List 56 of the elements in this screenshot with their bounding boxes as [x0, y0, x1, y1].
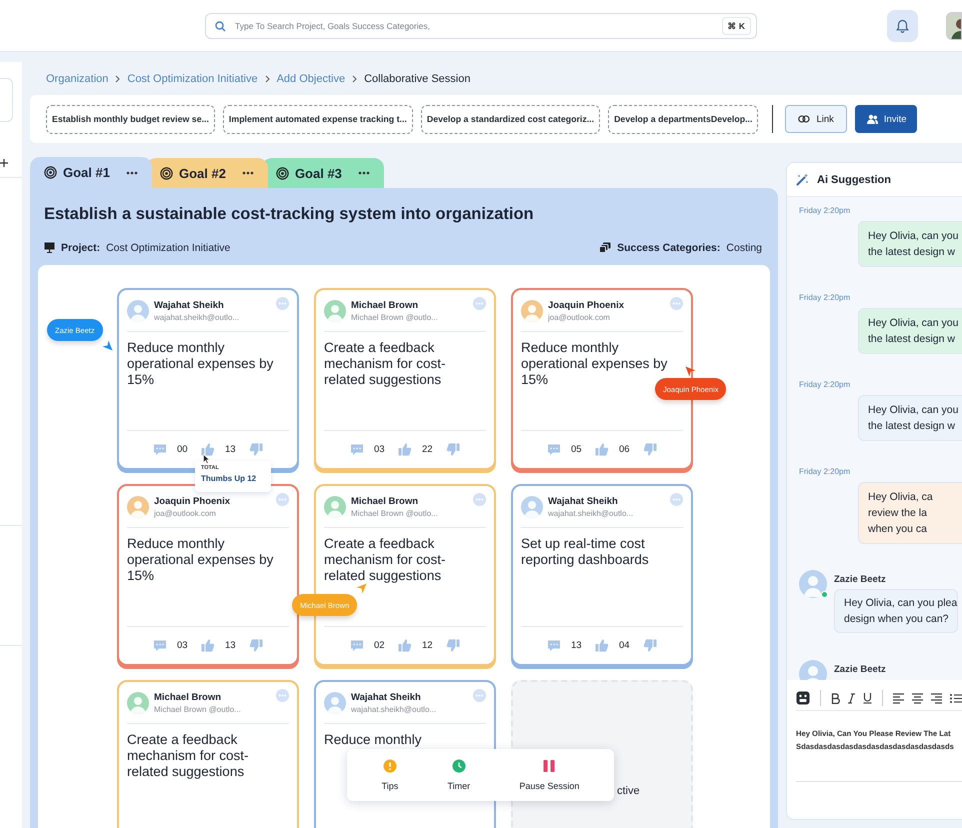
author-email: wajahat.sheikh@outlo...	[548, 509, 634, 518]
author-name: Wajahat Sheikh	[154, 300, 225, 311]
categories-value: Costing	[726, 242, 762, 254]
comment-count: 03	[177, 640, 189, 651]
tooltip-text: Thumbs Up 12	[201, 474, 258, 483]
message-bubble: Hey Olivia, can you plea design when you can?	[834, 589, 958, 633]
message-bubble: Hey Olivia, ca review the la when you ca	[858, 482, 962, 544]
message-time: Friday 2:20pm	[799, 467, 852, 477]
author-email: wajahat.sheikh@outlo...	[154, 313, 240, 322]
like-count: 13	[225, 444, 237, 455]
author-email: wajahat.sheikh@outlo...	[351, 705, 438, 714]
comment-count: 13	[571, 640, 583, 651]
like-count: 12	[422, 640, 434, 651]
author-email: joa@outlook.com	[154, 509, 217, 518]
sender-name: Zazie Beetz	[834, 574, 887, 585]
author-name: Michael Brown	[351, 300, 420, 311]
message-time: Friday 2:20pm	[799, 293, 852, 303]
categories-label: Success Categories:	[617, 242, 720, 254]
author-email: Michael Brown @outlo...	[351, 509, 439, 518]
comment-count: 05	[571, 444, 583, 455]
project-label: Project:	[61, 242, 100, 254]
objective-text: Create a feedback mechanism for cost-related suggestions	[324, 536, 447, 584]
like-count: 04	[619, 640, 631, 651]
objective-text: Set up real-time cost reporting dashboards	[521, 536, 650, 568]
message-bubble: Hey Olivia, can you the latest design w	[858, 221, 962, 267]
breadcrumb-current: Collaborative Session	[364, 72, 470, 84]
author-email: Michael Brown @outlo...	[154, 705, 242, 714]
panel-title: Ai Suggestion	[817, 174, 891, 186]
sender-name: Zazie Beetz	[834, 664, 886, 675]
like-count: 13	[225, 640, 237, 651]
author-name: Michael Brown	[154, 692, 222, 703]
comment-count: 02	[374, 640, 386, 651]
author-email: Michael Brown @outlo...	[351, 313, 439, 322]
objective-text: Create a feedback mechanism for cost-related suggestions	[324, 340, 447, 388]
author-name: Wajahat Sheikh	[351, 692, 422, 703]
author-name: Wajahat Sheikh	[548, 496, 619, 507]
author-name: Joaquin Phoenix	[548, 300, 626, 311]
message-bubble: Hey Olivia, can you the latest design w	[858, 395, 962, 441]
shortcut-key: ⌘ K	[722, 17, 751, 35]
message-time: Friday 2:20pm	[799, 380, 852, 390]
message-bubble: Hey Olivia, can you the latest design w	[858, 308, 962, 354]
objective-text: Reduce monthly operational expenses by 15%	[127, 536, 274, 584]
comment-count: 00	[177, 444, 189, 455]
message-time: Friday 2:20pm	[799, 206, 852, 216]
like-count: 06	[619, 444, 631, 455]
like-count: 22	[422, 444, 434, 455]
author-name: Michael Brown	[351, 496, 420, 507]
add-objective-label: ctive	[617, 785, 640, 797]
author-name: Joaquin Phoenix	[154, 496, 232, 507]
author-email: joa@outlook.com	[548, 313, 611, 322]
project-name: Cost Optimization Initiative	[106, 242, 230, 254]
objective-text: Reduce monthly	[324, 732, 423, 748]
objective-text: Reduce monthly operational expenses by 15%	[127, 340, 274, 388]
objective-text: Create a feedback mechanism for cost-related suggestions	[127, 732, 250, 780]
goal-title: Establish a sustainable cost-tracking system into organization	[43, 204, 535, 225]
comment-count: 03	[374, 444, 386, 455]
